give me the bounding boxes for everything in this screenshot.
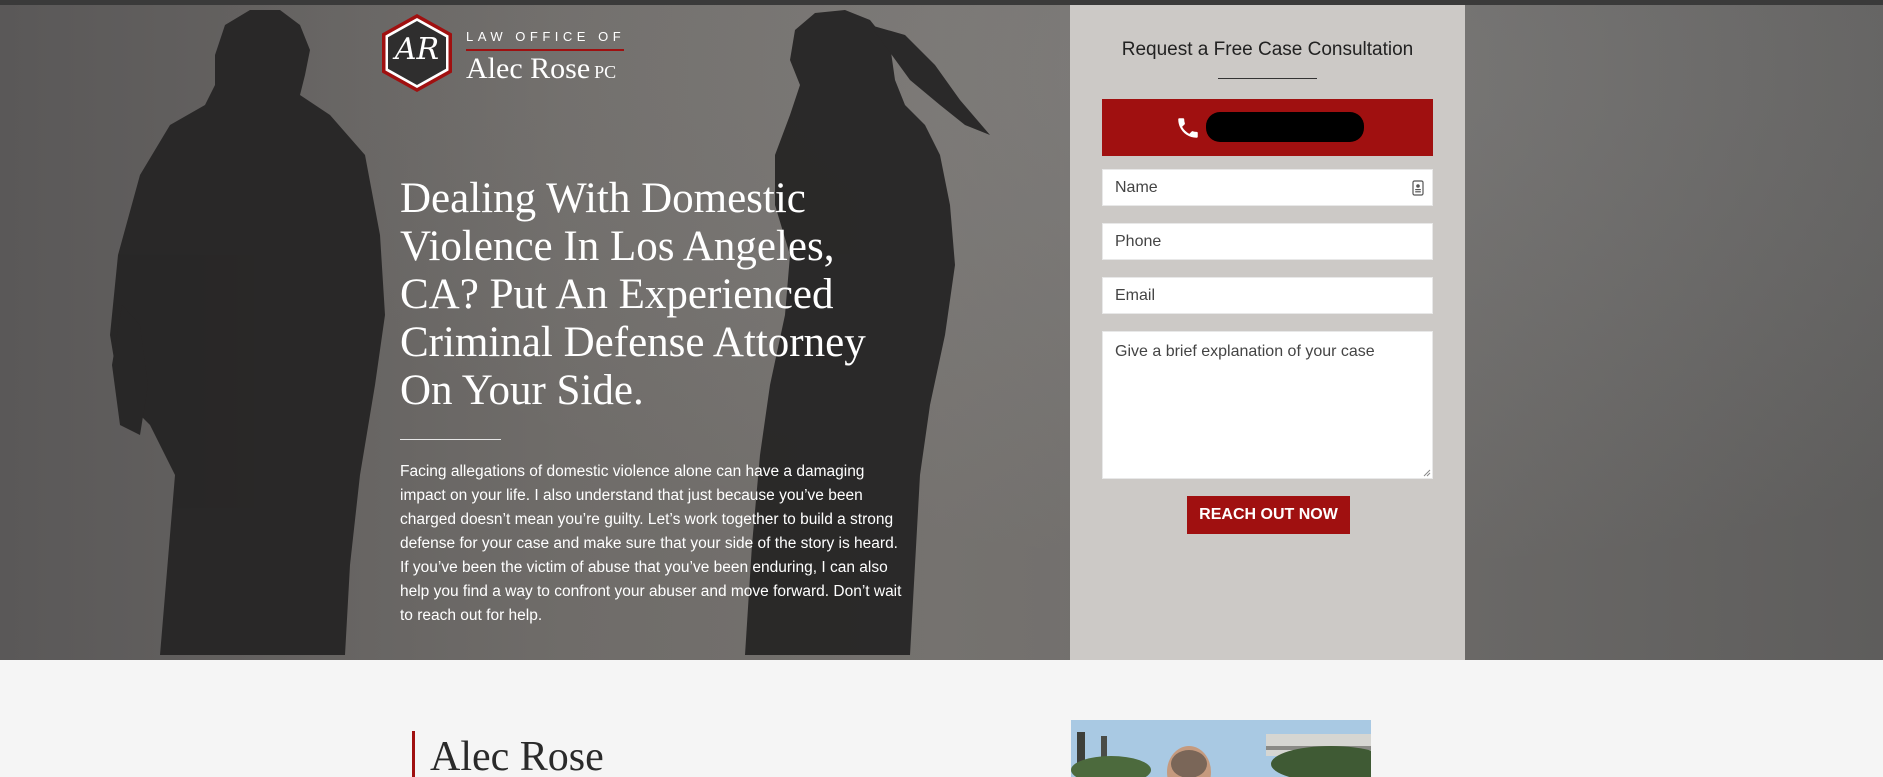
phone-number-redacted	[1206, 112, 1364, 142]
headline-divider	[400, 439, 501, 440]
form-title: Request a Free Case Consultation	[1121, 39, 1414, 60]
bio-attorney-name: Alec Rose	[430, 734, 604, 777]
hero-intro-paragraph: Facing allegations of domestic violence …	[400, 463, 902, 624]
attorney-photo	[1071, 720, 1371, 777]
name-input[interactable]	[1102, 169, 1433, 206]
phone-icon	[1178, 118, 1198, 138]
logo-name-text: Alec Rose	[466, 52, 591, 85]
email-input[interactable]	[1102, 277, 1433, 314]
logo-top-line: LAW OFFICE OF	[466, 29, 626, 44]
call-phone-button[interactable]	[1102, 99, 1433, 156]
silhouette-background-image	[110, 10, 990, 655]
hero-section: AR LAW OFFICE OF Alec Rose PC Dealing Wit…	[0, 5, 1883, 660]
attorney-photo-image	[1071, 720, 1371, 777]
phone-input[interactable]	[1102, 223, 1433, 260]
logo-monogram: AR	[394, 32, 440, 67]
logo-suffix: PC	[594, 62, 617, 82]
bio-accent-bar	[412, 731, 415, 777]
logo-firm-name: Alec Rose PC	[466, 51, 616, 90]
attorney-bio-section: Alec Rose	[0, 660, 1883, 777]
reach-out-now-button[interactable]: REACH OUT NOW	[1187, 496, 1350, 534]
consultation-form-panel: Request a Free Case Consultation REACH O…	[1070, 5, 1465, 660]
autofill-contact-icon[interactable]	[1412, 180, 1424, 196]
case-explanation-textarea[interactable]	[1102, 331, 1433, 479]
resize-grip-icon[interactable]	[1423, 469, 1431, 477]
form-title-divider	[1218, 78, 1317, 79]
law-office-logo[interactable]: AR LAW OFFICE OF Alec Rose PC	[380, 13, 640, 93]
hero-headline: Dealing With Domestic Violence In Los An…	[400, 175, 866, 414]
